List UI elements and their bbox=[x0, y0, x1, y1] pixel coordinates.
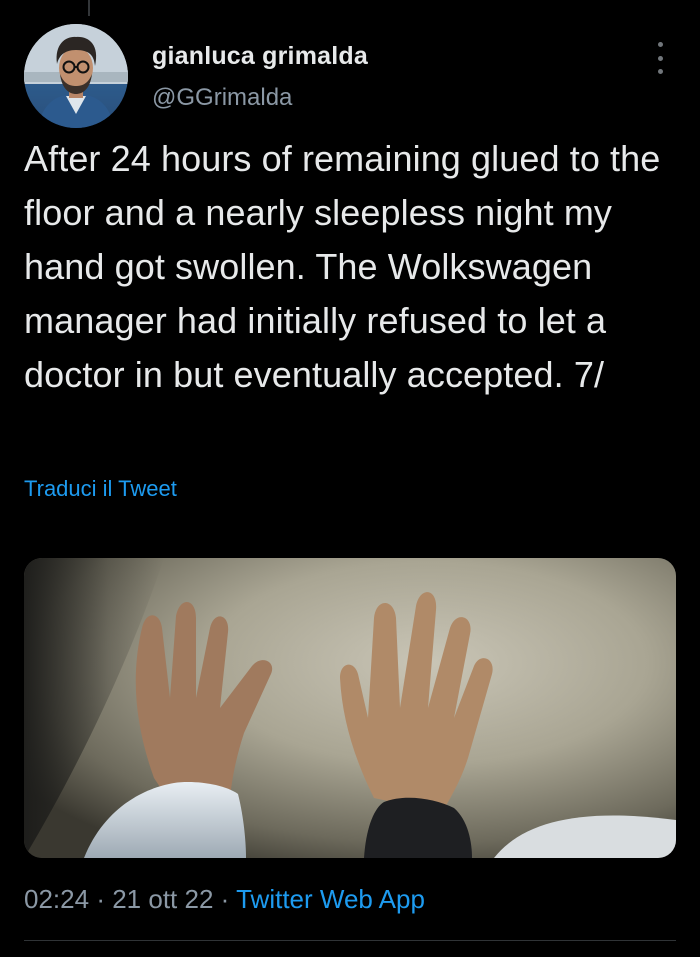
tweet-metadata: 02:24 · 21 ott 22 · Twitter Web App bbox=[24, 884, 425, 915]
tweet-photo[interactable] bbox=[24, 558, 676, 858]
tweet-time[interactable]: 02:24 bbox=[24, 884, 89, 914]
thread-connector-line bbox=[88, 0, 90, 16]
photo-two-hands-icon bbox=[24, 558, 676, 858]
tweet-source-link[interactable]: Twitter Web App bbox=[236, 884, 425, 914]
meta-separator: · bbox=[220, 884, 230, 914]
author-handle[interactable]: @GGrimalda bbox=[152, 84, 292, 112]
profile-photo-icon bbox=[24, 24, 128, 128]
author-name[interactable]: gianluca grimalda bbox=[152, 42, 368, 71]
more-options-icon[interactable] bbox=[648, 42, 672, 74]
tweet-date[interactable]: 21 ott 22 bbox=[112, 884, 213, 914]
divider bbox=[24, 940, 676, 941]
meta-separator: · bbox=[96, 884, 105, 914]
translate-tweet-link[interactable]: Traduci il Tweet bbox=[24, 476, 177, 502]
avatar[interactable] bbox=[24, 24, 128, 128]
tweet-text: After 24 hours of remaining glued to the… bbox=[24, 138, 661, 395]
